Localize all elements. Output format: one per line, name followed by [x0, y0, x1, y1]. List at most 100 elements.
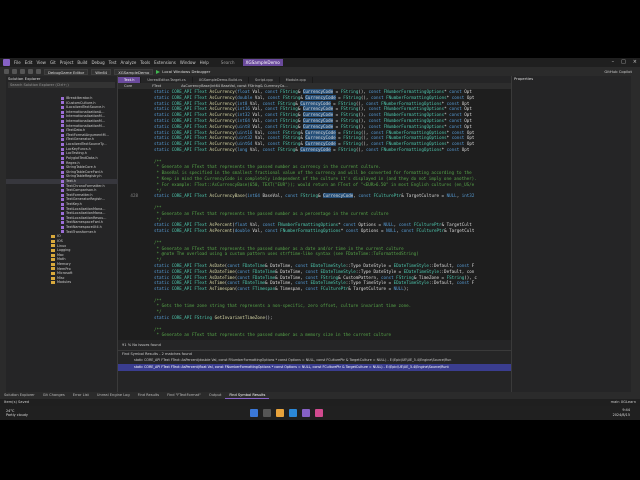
- header-file-icon: [61, 142, 64, 146]
- folder-icon: [51, 248, 55, 252]
- vs-window: File Edit View Git Project Build Debug Test Anal…: [0, 58, 640, 420]
- bottom-tab[interactable]: Solution Explorer: [0, 392, 39, 399]
- header-file-icon: [61, 124, 64, 128]
- bottom-tab[interactable]: Find "FTextFormat": [163, 392, 205, 399]
- menu-item-git[interactable]: Git: [48, 60, 58, 65]
- folder-icon: [51, 235, 55, 239]
- header-file-icon: [61, 96, 64, 100]
- bottom-tab[interactable]: Git Changes: [39, 392, 69, 399]
- header-file-icon: [61, 216, 64, 220]
- clock-date: 2024/8/15: [612, 412, 630, 417]
- save-icon[interactable]: [20, 69, 25, 74]
- config-dropdown[interactable]: DebugGame Editor: [44, 68, 89, 75]
- menu-item-extensions[interactable]: Extensions: [152, 60, 178, 65]
- bottom-tab[interactable]: Find Symbol Results: [225, 392, 270, 399]
- header-file-icon: [61, 193, 64, 197]
- find-result-row[interactable]: static CORE_API FText FText::AsPercent(d…: [118, 357, 511, 364]
- play-icon: [156, 69, 161, 74]
- back-icon[interactable]: [4, 69, 9, 74]
- solution-name: XGSampleDemo: [242, 59, 283, 66]
- menu-item-debug[interactable]: Debug: [89, 60, 106, 65]
- header-file-icon: [61, 152, 64, 156]
- bottom-tab-strip: Solution Explorer Git Changes Error List Un…: [0, 392, 640, 399]
- header-file-icon: [61, 156, 64, 160]
- close-icon[interactable]: ×: [633, 59, 637, 65]
- header-file-icon: [61, 207, 64, 211]
- title-bar: File Edit View Git Project Build Debug Test Anal…: [0, 58, 640, 67]
- file-explorer-icon[interactable]: [276, 409, 284, 417]
- toolbar: DebugGame Editor Win64 XGSampleDemo Loca…: [0, 67, 640, 76]
- folder-icon: [51, 281, 55, 285]
- start-debugging-button[interactable]: Local Windows Debugger: [156, 69, 210, 74]
- redo-icon[interactable]: [36, 69, 41, 74]
- header-file-icon: [61, 165, 64, 169]
- editor-tab-strip: Text.h UnrealEditor.Target.cs XGSampleDemo…: [118, 76, 511, 83]
- solution-explorer-search[interactable]: Search Solution Explorer (Ctrl+;): [8, 82, 115, 88]
- status-bar: Item(s) Saved main XGLearn: [0, 399, 640, 406]
- header-file-icon: [61, 225, 64, 229]
- weather-desc: Partly cloudy: [6, 413, 28, 417]
- header-file-icon: [61, 101, 64, 105]
- menu-item-file[interactable]: File: [12, 60, 23, 65]
- menu-item-view[interactable]: View: [34, 60, 48, 65]
- undo-icon[interactable]: [28, 69, 33, 74]
- menu-item-help[interactable]: Help: [198, 60, 211, 65]
- maximize-icon[interactable]: □: [621, 59, 626, 65]
- header-file-icon: [61, 115, 64, 119]
- platform-dropdown[interactable]: Win64: [91, 68, 112, 75]
- folder-icon: [51, 267, 55, 271]
- header-file-icon: [61, 106, 64, 110]
- status-message: Item(s) Saved: [4, 400, 30, 404]
- app-icon[interactable]: [315, 409, 323, 417]
- menu-item-analyze[interactable]: Analyze: [119, 60, 139, 65]
- search-icon[interactable]: [263, 409, 271, 417]
- header-file-icon: [61, 175, 64, 179]
- github-copilot-button[interactable]: GitHub Copilot: [604, 69, 632, 74]
- header-file-icon: [61, 161, 64, 165]
- header-file-icon: [61, 202, 64, 206]
- menu-item-tools[interactable]: Tools: [138, 60, 152, 65]
- properties-title: Properties: [514, 76, 534, 81]
- header-file-icon: [61, 184, 64, 188]
- visual-studio-icon[interactable]: [302, 409, 310, 417]
- search-box[interactable]: Search: [221, 60, 235, 65]
- folder-icon: [51, 244, 55, 248]
- folder-icon: [51, 276, 55, 280]
- bottom-tab[interactable]: Unreal Engine Log: [93, 392, 134, 399]
- solution-explorer-panel: Solution Explorer Search Solution Explor…: [6, 76, 118, 392]
- solution-tree: IBreakIterator.h ICustomCulture.h ILocaliz…: [6, 96, 118, 392]
- menu-item-edit[interactable]: Edit: [23, 60, 35, 65]
- start-icon[interactable]: [250, 409, 258, 417]
- header-file-icon: [61, 133, 64, 137]
- code-text: * Generate an FText that represents the …: [154, 332, 391, 338]
- find-symbol-results-panel: Find Symbol Results - 2 matches found st…: [118, 350, 511, 392]
- start-debugging-label: Local Windows Debugger: [162, 69, 211, 74]
- weather-widget[interactable]: 24°C Partly cloudy: [0, 409, 28, 417]
- bottom-tab[interactable]: Output: [205, 392, 225, 399]
- header-file-icon: [61, 110, 64, 114]
- edge-icon[interactable]: [289, 409, 297, 417]
- code-area[interactable]: static CORE_API FText AsCurrency(float V…: [118, 89, 511, 340]
- bottom-tab[interactable]: Find Results: [134, 392, 163, 399]
- clock[interactable]: 9:44 2024/8/15: [613, 408, 630, 417]
- menu-item-project[interactable]: Project: [58, 60, 76, 65]
- tree-item[interactable]: Modules: [6, 280, 118, 285]
- header-file-icon: [61, 129, 64, 133]
- bottom-tab[interactable]: Error List: [69, 392, 93, 399]
- menu-item-test[interactable]: Test: [107, 60, 119, 65]
- menu-item-build[interactable]: Build: [75, 60, 89, 65]
- header-file-icon: [61, 198, 64, 202]
- header-file-icon: [61, 230, 64, 234]
- forward-icon[interactable]: [12, 69, 17, 74]
- find-result-row[interactable]: static CORE_API FText FText::AsPercent(f…: [118, 364, 511, 371]
- header-file-icon: [61, 212, 64, 216]
- startup-project-dropdown[interactable]: XGSampleDemo: [114, 68, 154, 75]
- header-file-icon: [61, 147, 64, 151]
- menu-item-window[interactable]: Window: [178, 60, 198, 65]
- folder-icon: [51, 253, 55, 257]
- minimize-icon[interactable]: –: [612, 59, 615, 65]
- code-line[interactable]: * Generate an FText that represents the …: [118, 332, 511, 338]
- header-file-icon: [61, 119, 64, 123]
- git-branch[interactable]: main XGLearn: [611, 399, 636, 406]
- right-tool-strip: [631, 76, 640, 392]
